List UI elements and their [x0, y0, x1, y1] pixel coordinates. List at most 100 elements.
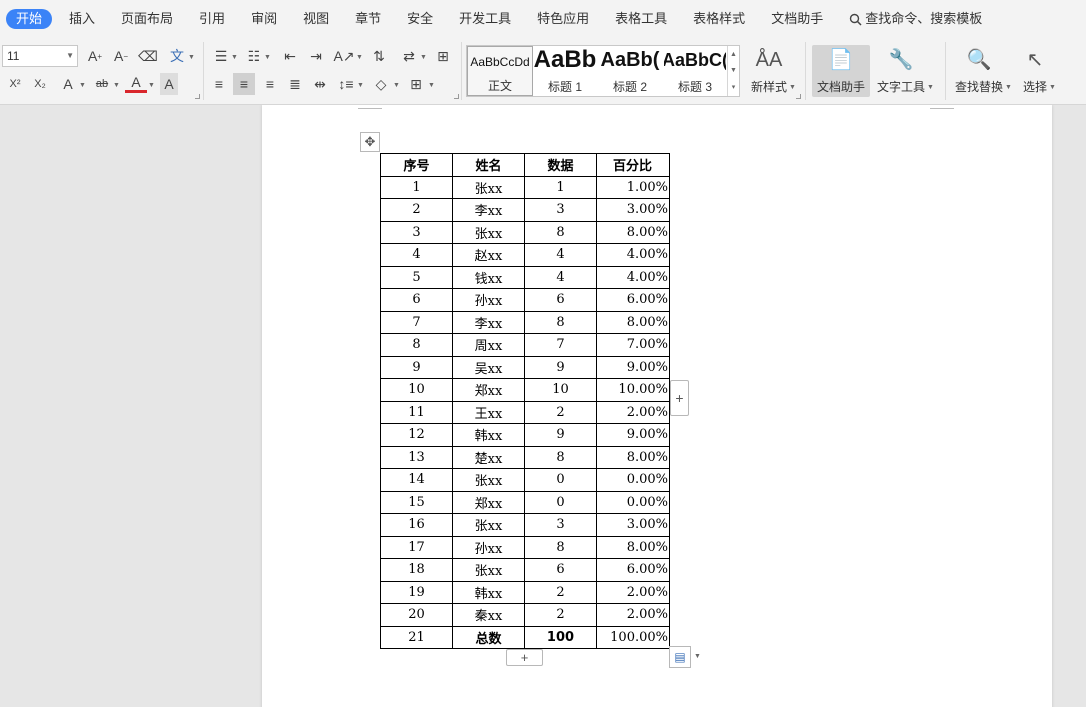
- cell-data[interactable]: 7: [524, 333, 597, 357]
- shrink-font-icon[interactable]: A −: [110, 45, 132, 67]
- chevron-down-icon[interactable]: ▼: [264, 54, 271, 61]
- show-marks-icon[interactable]: ⊞: [432, 45, 454, 67]
- cell-name[interactable]: 赵xx: [452, 243, 525, 267]
- chevron-down-icon[interactable]: ▼: [188, 54, 195, 61]
- chevron-down-icon[interactable]: ▼: [428, 82, 435, 89]
- distributed-align-icon[interactable]: ⇹: [309, 73, 331, 95]
- data-table[interactable]: 序号 姓名 数据 百分比 1 张xx 1 1.00% 2 李xx 3 3.00% 3 张xx 8 8.…: [380, 153, 670, 649]
- cell-index[interactable]: 18: [380, 558, 453, 582]
- font-dialog-launcher-icon[interactable]: [195, 94, 200, 99]
- chevron-down-icon[interactable]: ▼: [694, 653, 701, 660]
- style-gallery-scroll[interactable]: ▲ ▼ ▾: [727, 46, 739, 96]
- style-heading-2[interactable]: AaBb( 标题 2: [598, 46, 662, 96]
- cell-percent[interactable]: 4.00%: [596, 265, 670, 289]
- cell-percent[interactable]: 3.00%: [596, 513, 670, 537]
- superscript-icon[interactable]: X²: [4, 73, 26, 95]
- cell-percent[interactable]: 6.00%: [596, 558, 670, 582]
- style-heading-3[interactable]: AaBbC( 标题 3: [664, 46, 726, 96]
- header-index[interactable]: 序号: [380, 153, 453, 177]
- tab-table-style[interactable]: 表格样式: [680, 9, 758, 29]
- cell-name[interactable]: 韩xx: [452, 580, 525, 604]
- cell-name[interactable]: 秦xx: [452, 603, 525, 627]
- tab-developer[interactable]: 开发工具: [446, 9, 524, 29]
- text-effect-icon[interactable]: A: [57, 73, 79, 95]
- cell-data[interactable]: 2: [524, 580, 597, 604]
- tab-insert[interactable]: 插入: [56, 9, 108, 29]
- cell-index[interactable]: 2: [380, 198, 453, 222]
- align-center-icon[interactable]: ≡: [233, 73, 255, 95]
- cell-data[interactable]: 6: [524, 288, 597, 312]
- cell-data[interactable]: 8: [524, 220, 597, 244]
- cell-data[interactable]: 3: [524, 513, 597, 537]
- tab-review[interactable]: 审阅: [238, 9, 290, 29]
- header-data[interactable]: 数据: [524, 153, 597, 177]
- cell-name[interactable]: 李xx: [452, 198, 525, 222]
- tab-view[interactable]: 视图: [290, 9, 342, 29]
- cell-index[interactable]: 13: [380, 445, 453, 469]
- align-right-icon[interactable]: ≡: [259, 73, 281, 95]
- cell-percent[interactable]: 9.00%: [596, 423, 670, 447]
- phonetic-guide-icon[interactable]: 文: [166, 45, 188, 67]
- cell-name[interactable]: 张xx: [452, 175, 525, 199]
- paragraph-dialog-launcher-icon[interactable]: [454, 94, 459, 99]
- align-left-icon[interactable]: ≡: [208, 73, 230, 95]
- cell-percent[interactable]: 2.00%: [596, 603, 670, 627]
- font-color-icon[interactable]: A: [125, 73, 147, 93]
- select-button[interactable]: ↖ 选择: [1019, 45, 1051, 97]
- cell-data[interactable]: 8: [524, 310, 597, 334]
- cell-name[interactable]: 郑xx: [452, 378, 525, 402]
- numbered-list-icon[interactable]: ☷: [243, 45, 265, 67]
- cell-percent[interactable]: 4.00%: [596, 243, 670, 267]
- cell-percent[interactable]: 0.00%: [596, 468, 670, 492]
- styles-dialog-launcher-icon[interactable]: [796, 94, 801, 99]
- cell-index[interactable]: 19: [380, 580, 453, 604]
- chevron-down-icon[interactable]: ▼: [393, 82, 400, 89]
- cell-data[interactable]: 4: [524, 243, 597, 267]
- chevron-down-icon[interactable]: ▼: [927, 84, 934, 91]
- tab-references[interactable]: 引用: [186, 9, 238, 29]
- cell-percent[interactable]: 3.00%: [596, 198, 670, 222]
- cell-index[interactable]: 20: [380, 603, 453, 627]
- char-shading-icon[interactable]: A: [160, 73, 178, 95]
- cell-name[interactable]: 张xx: [452, 513, 525, 537]
- tab-home[interactable]: 开始: [6, 9, 53, 29]
- cell-percent[interactable]: 10.00%: [596, 378, 670, 402]
- cell-name[interactable]: 周xx: [452, 333, 525, 357]
- style-normal[interactable]: AaBbCcDd 正文: [467, 46, 533, 96]
- chevron-down-icon[interactable]: ▼: [420, 54, 427, 61]
- find-replace-button[interactable]: 🔍 查找替换: [951, 45, 1007, 97]
- chevron-down-icon[interactable]: ▼: [1005, 84, 1012, 91]
- cell-percent[interactable]: 6.00%: [596, 288, 670, 312]
- line-spacing-adjust-icon[interactable]: ⇄: [398, 45, 420, 67]
- cell-index[interactable]: 7: [380, 310, 453, 334]
- add-column-button[interactable]: +: [670, 380, 689, 416]
- cell-percent[interactable]: 8.00%: [596, 535, 670, 559]
- cell-index[interactable]: 12: [380, 423, 453, 447]
- cell-data[interactable]: 4: [524, 265, 597, 289]
- cell-percent[interactable]: 9.00%: [596, 355, 670, 379]
- chevron-down-icon[interactable]: ▼: [79, 82, 86, 89]
- tab-table-tools[interactable]: 表格工具: [602, 9, 680, 29]
- cell-percent[interactable]: 8.00%: [596, 445, 670, 469]
- cell-data[interactable]: 3: [524, 198, 597, 222]
- cell-data[interactable]: 0: [524, 490, 597, 514]
- clear-format-icon[interactable]: ⌫: [137, 45, 159, 67]
- tab-security[interactable]: 安全: [394, 9, 446, 29]
- total-cell-data[interactable]: 100: [524, 625, 597, 649]
- cell-data[interactable]: 2: [524, 603, 597, 627]
- font-size-select[interactable]: 11 ▼: [2, 45, 78, 67]
- command-search[interactable]: 查找命令、搜索模板: [836, 9, 995, 29]
- cell-name[interactable]: 王xx: [452, 400, 525, 424]
- total-cell-index[interactable]: 21: [380, 625, 453, 649]
- cell-index[interactable]: 1: [380, 175, 453, 199]
- cell-index[interactable]: 3: [380, 220, 453, 244]
- chevron-down-icon[interactable]: ▼: [357, 82, 364, 89]
- sort-icon[interactable]: ⇅: [368, 45, 390, 67]
- tab-section[interactable]: 章节: [342, 9, 394, 29]
- cell-data[interactable]: 2: [524, 400, 597, 424]
- cell-data[interactable]: 8: [524, 535, 597, 559]
- chevron-down-icon[interactable]: ▼: [356, 54, 363, 61]
- text-direction-icon[interactable]: A↗: [333, 45, 355, 67]
- border-icon[interactable]: ⊞: [405, 73, 427, 95]
- cell-name[interactable]: 韩xx: [452, 423, 525, 447]
